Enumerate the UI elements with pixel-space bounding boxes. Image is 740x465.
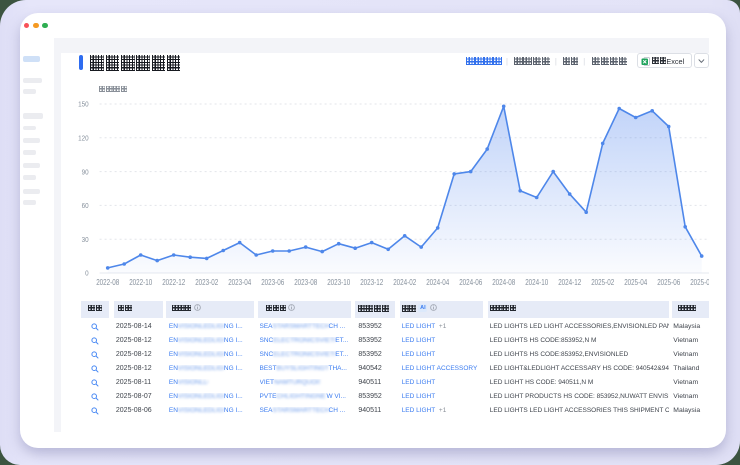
svg-text:2023-04: 2023-04: [228, 278, 251, 287]
svg-text:2024-02: 2024-02: [393, 278, 416, 287]
svg-text:2022-08: 2022-08: [96, 278, 119, 287]
svg-text:2023-12: 2023-12: [360, 278, 383, 287]
svg-text:90: 90: [82, 167, 89, 176]
svg-text:2025-06: 2025-06: [657, 278, 680, 287]
svg-text:150: 150: [78, 100, 89, 109]
svg-text:2024-12: 2024-12: [558, 278, 581, 287]
svg-text:0: 0: [85, 269, 89, 278]
svg-text:2023-06: 2023-06: [261, 278, 284, 287]
svg-text:2025-08: 2025-08: [690, 278, 709, 287]
svg-text:2024-08: 2024-08: [492, 278, 515, 287]
svg-text:2024-04: 2024-04: [426, 278, 449, 287]
svg-text:2024-06: 2024-06: [459, 278, 482, 287]
svg-text:2025-04: 2025-04: [624, 278, 647, 287]
svg-text:2022-10: 2022-10: [129, 278, 152, 287]
svg-text:2024-10: 2024-10: [525, 278, 548, 287]
svg-text:2022-12: 2022-12: [162, 278, 185, 287]
svg-text:2025-02: 2025-02: [591, 278, 614, 287]
svg-text:2023-02: 2023-02: [195, 278, 218, 287]
svg-text:2023-08: 2023-08: [294, 278, 317, 287]
svg-text:2023-10: 2023-10: [327, 278, 350, 287]
svg-text:120: 120: [78, 134, 89, 143]
svg-text:60: 60: [82, 201, 89, 210]
svg-text:30: 30: [82, 235, 89, 244]
